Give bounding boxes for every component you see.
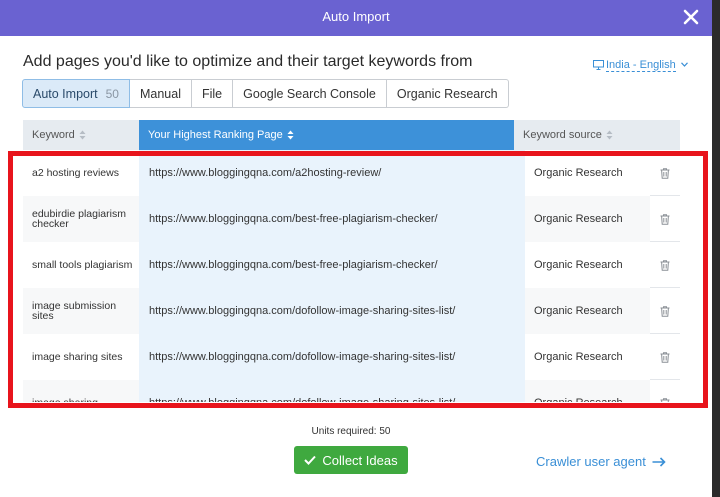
keyword-source-cell: Organic Research bbox=[525, 196, 650, 242]
keyword-cell: small tools plagiarism bbox=[23, 242, 139, 288]
background-strip bbox=[712, 0, 720, 497]
keyword-table-body[interactable]: a2 hosting reviews https://www.bloggingq… bbox=[23, 150, 680, 402]
tab-count-badge: 50 bbox=[105, 86, 119, 101]
keyword-source-cell: Organic Research bbox=[525, 380, 650, 402]
collect-ideas-label: Collect Ideas bbox=[322, 452, 398, 468]
import-source-tabs: Auto Import 50 Manual File Google Search… bbox=[22, 79, 509, 108]
units-required-label: Units required: 50 bbox=[311, 426, 391, 437]
keyword-cell: image submission sites bbox=[23, 288, 139, 334]
tab-google-search-console[interactable]: Google Search Console bbox=[233, 79, 387, 108]
ranking-page-cell: https://www.bloggingqna.com/dofollow-ima… bbox=[139, 334, 525, 380]
keyword-source-cell: Organic Research bbox=[525, 150, 650, 196]
chevron-down-icon bbox=[680, 58, 688, 70]
keyword-cell: a2 hosting reviews bbox=[23, 150, 139, 196]
column-header-label: Keyword source bbox=[523, 129, 602, 141]
table-row: image sharing sites https://www.blogging… bbox=[23, 334, 680, 380]
tab-label: Auto Import bbox=[33, 86, 98, 101]
modal-title: Auto Import bbox=[322, 9, 390, 24]
column-header-keyword-source[interactable]: Keyword source bbox=[514, 120, 680, 150]
collect-ideas-button[interactable]: Collect Ideas bbox=[294, 446, 408, 474]
keyword-source-cell: Organic Research bbox=[525, 242, 650, 288]
table-row: edubirdie plagiarism checker https://www… bbox=[23, 196, 680, 242]
monitor-icon bbox=[593, 60, 604, 73]
ranking-page-cell: https://www.bloggingqna.com/best-free-pl… bbox=[139, 196, 525, 242]
sort-icon bbox=[606, 130, 613, 140]
keyword-cell: image sharing sites bbox=[23, 334, 139, 380]
tab-auto-import[interactable]: Auto Import 50 bbox=[22, 79, 130, 108]
locale-selector[interactable]: India - English bbox=[593, 58, 688, 73]
column-header-label: Your Highest Ranking Page bbox=[148, 129, 283, 141]
table-row: image sharing https://www.bloggingqna.co… bbox=[23, 380, 680, 402]
trash-icon[interactable] bbox=[650, 196, 680, 242]
column-header-label: Keyword bbox=[32, 129, 75, 141]
tab-label: File bbox=[201, 86, 223, 101]
tab-label: Organic Research bbox=[396, 86, 498, 101]
tab-organic-research[interactable]: Organic Research bbox=[386, 79, 509, 108]
keyword-source-cell: Organic Research bbox=[525, 288, 650, 334]
modal-header: Auto Import bbox=[0, 0, 712, 36]
column-header-ranking-page[interactable]: Your Highest Ranking Page bbox=[139, 120, 514, 150]
tab-file[interactable]: File bbox=[191, 79, 234, 108]
table-row: a2 hosting reviews https://www.bloggingq… bbox=[23, 150, 680, 196]
ranking-page-cell: https://www.bloggingqna.com/a2hosting-re… bbox=[139, 150, 525, 196]
checkmark-icon bbox=[304, 455, 317, 465]
ranking-page-cell: https://www.bloggingqna.com/dofollow-ima… bbox=[139, 380, 525, 402]
ranking-page-cell: https://www.bloggingqna.com/best-free-pl… bbox=[139, 242, 525, 288]
auto-import-modal: Auto Import Add pages you'd like to opti… bbox=[0, 0, 712, 497]
table-row: small tools plagiarism https://www.blogg… bbox=[23, 242, 680, 288]
page-title: Add pages you'd like to optimize and the… bbox=[23, 53, 473, 70]
trash-icon[interactable] bbox=[650, 334, 680, 380]
crawler-user-agent-link[interactable]: Crawler user agent bbox=[536, 454, 666, 469]
sort-icon bbox=[287, 130, 294, 140]
crawler-user-agent-label: Crawler user agent bbox=[536, 454, 646, 469]
keyword-cell: image sharing bbox=[23, 380, 139, 402]
trash-icon[interactable] bbox=[650, 150, 680, 196]
tab-label: Manual bbox=[139, 86, 181, 101]
tab-manual[interactable]: Manual bbox=[129, 79, 192, 108]
locale-label: India - English bbox=[606, 59, 676, 72]
ranking-page-cell: https://www.bloggingqna.com/dofollow-ima… bbox=[139, 288, 525, 334]
trash-icon[interactable] bbox=[650, 242, 680, 288]
keyword-source-cell: Organic Research bbox=[525, 334, 650, 380]
keyword-cell: edubirdie plagiarism checker bbox=[23, 196, 139, 242]
table-row: image submission sites https://www.blogg… bbox=[23, 288, 680, 334]
column-header-keyword[interactable]: Keyword bbox=[23, 120, 139, 150]
tab-label: Google Search Console bbox=[243, 86, 376, 101]
sort-icon bbox=[79, 130, 86, 140]
close-icon[interactable] bbox=[680, 6, 702, 28]
trash-icon[interactable] bbox=[650, 380, 680, 402]
trash-icon[interactable] bbox=[650, 288, 680, 334]
arrow-right-icon bbox=[652, 456, 666, 467]
